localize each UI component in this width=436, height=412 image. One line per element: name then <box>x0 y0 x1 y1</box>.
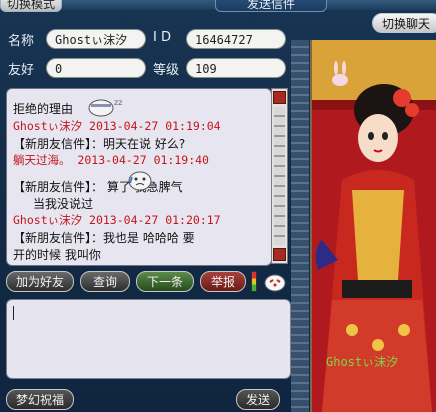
message-line: 当我没说过 <box>33 197 94 211</box>
level-field: 109 <box>186 58 286 78</box>
level-label: 等级 <box>153 63 180 78</box>
scroll-up-arrow-icon[interactable] <box>273 91 286 104</box>
add-friend-button[interactable]: 加为好友 <box>6 271 74 292</box>
scroll-track[interactable] <box>274 107 285 245</box>
tab-send-mail[interactable]: 发送信件 <box>215 0 327 12</box>
friend-label: 友好 <box>8 63 35 78</box>
message-scrollbar[interactable] <box>271 88 288 264</box>
switch-chat-button[interactable]: 切换聊天 <box>372 13 436 33</box>
name-label: 名称 <box>8 34 35 49</box>
portrait-name: Ghostぃ沫汐 <box>326 355 399 369</box>
message-meta: 躺天过海。 2013-04-27 01:19:40 <box>13 153 209 167</box>
pet-emoticon-icon[interactable] <box>262 271 288 293</box>
svg-text:zz: zz <box>114 98 122 107</box>
message-line: 拒绝的理由 <box>13 102 74 116</box>
message-meta: Ghostぃ沫汐 2013-04-27 01:19:04 <box>13 119 221 133</box>
message-line: 【新朋友信件】：我也是 哈哈哈 要 <box>13 231 195 245</box>
message-line: 【新朋友信件】：明天在说 好么? <box>13 137 186 151</box>
name-field: Ghostぃ沫汐 <box>46 29 146 49</box>
message-line: 【新朋友信件】： 算了 我急脾气 <box>13 180 183 194</box>
id-label: I D <box>153 30 171 45</box>
next-message-button[interactable]: 下一条 <box>136 271 194 292</box>
message-meta: Ghostぃ沫汐 2013-04-27 01:20:17 <box>13 213 221 227</box>
sleepy-emoticon-icon: zz <box>88 98 122 117</box>
send-button[interactable]: 发送 <box>236 389 280 410</box>
message-input[interactable] <box>6 299 291 379</box>
mail-window: 切换模式 发送信件 名称 Ghostぃ沫汐 I D 16464727 友好 0 … <box>0 0 436 412</box>
friend-field: 0 <box>46 58 146 78</box>
message-line: 开的时候 我叫你 <box>13 248 101 262</box>
sad-emoticon-icon <box>128 171 152 191</box>
report-button[interactable]: 举报 <box>200 271 246 292</box>
decorative-border <box>291 40 309 412</box>
message-history: 拒绝的理由 zz Ghostぃ沫汐 2013-04-27 01:19:04 【新… <box>6 88 272 266</box>
id-field: 16464727 <box>186 29 286 49</box>
inquire-button[interactable]: 查询 <box>80 271 130 292</box>
scroll-down-arrow-icon[interactable] <box>273 248 286 261</box>
signal-light-icon <box>251 271 257 292</box>
blessing-button[interactable]: 梦幻祝福 <box>6 389 74 410</box>
text-cursor <box>13 306 14 320</box>
tab-switch-mode[interactable]: 切换模式 <box>0 0 62 12</box>
